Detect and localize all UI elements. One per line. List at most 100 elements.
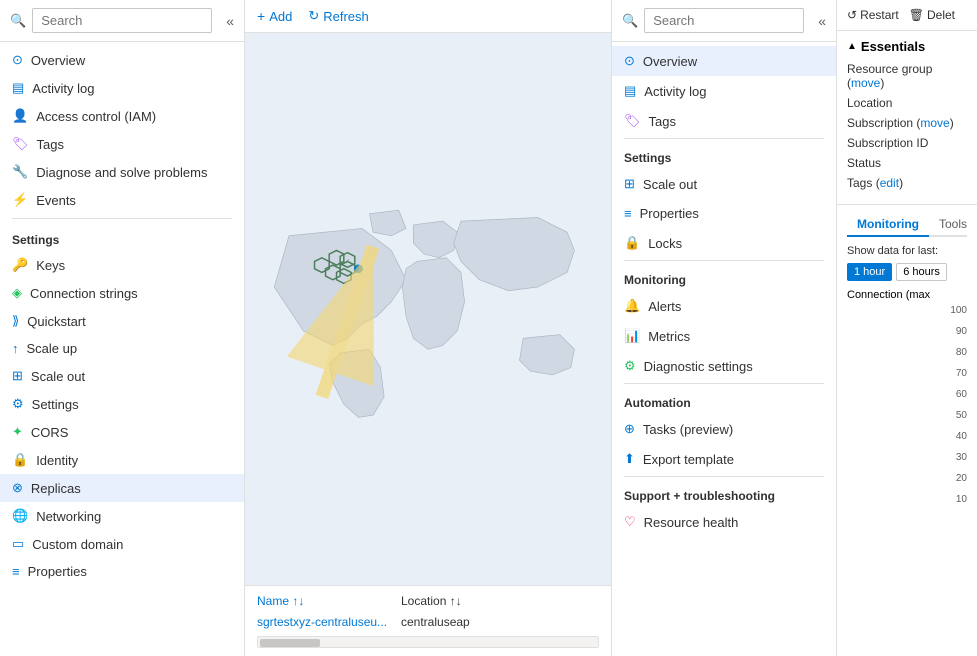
left-search-input[interactable] <box>32 8 212 33</box>
sidebar-item-cors[interactable]: ✦ CORS <box>0 418 244 446</box>
middle-search-bar: 🔍 « <box>612 0 836 42</box>
sidebar-item-activity-log[interactable]: ▤ Activity log <box>0 74 244 102</box>
sidebar-item-networking[interactable]: 🌐 Networking <box>0 502 244 530</box>
sidebar-item-overview[interactable]: ⊙ Overview <box>0 46 244 74</box>
sidebar-item-connection-strings[interactable]: ◈ Connection strings <box>0 279 244 307</box>
row-name[interactable]: sgrtestxyz-centraluseu... <box>257 615 397 629</box>
map-panel: + Add ↻ Refresh <box>245 0 612 656</box>
col-name-header[interactable]: Name ↑↓ <box>257 594 397 608</box>
sidebar-item-tags[interactable]: 🏷 Tags <box>0 130 244 158</box>
properties-icon: ≡ <box>624 206 632 221</box>
support-section: Support + troubleshooting <box>612 479 836 507</box>
sidebar-item-label: CORS <box>31 425 69 440</box>
sidebar-item-label: Identity <box>36 453 78 468</box>
left-search-bar: 🔍 « <box>0 0 244 42</box>
overview-icon: ⊙ <box>624 53 635 69</box>
tab-monitoring[interactable]: Monitoring <box>847 213 929 237</box>
sidebar-item-replicas[interactable]: ⊗ Replicas <box>0 474 244 502</box>
search-icon: 🔍 <box>622 13 638 29</box>
cors-icon: ✦ <box>12 424 23 440</box>
overview-icon: ⊙ <box>12 52 23 68</box>
middle-nav-overview[interactable]: ⊙ Overview <box>612 46 836 76</box>
collapse-middle-button[interactable]: « <box>818 13 826 29</box>
middle-nav-resource-health[interactable]: ♡ Resource health <box>612 507 836 537</box>
middle-nav-label: Activity log <box>644 84 706 99</box>
essentials-title: ▲ Essentials <box>847 39 967 54</box>
diagnostic-icon: ⚙ <box>624 358 636 374</box>
middle-divider-automation <box>624 383 824 384</box>
essentials-location: Location <box>847 96 967 110</box>
world-map-svg: ✓ <box>245 33 611 585</box>
middle-nav-label: Tags <box>649 114 676 129</box>
replicas-icon: ⊗ <box>12 480 23 496</box>
time-6h-button[interactable]: 6 hours <box>896 263 947 281</box>
essentials-subscription-id: Subscription ID <box>847 136 967 150</box>
tag-icon: 🏷 <box>624 113 641 129</box>
middle-nav-alerts[interactable]: 🔔 Alerts <box>612 291 836 321</box>
middle-nav-properties[interactable]: ≡ Properties <box>612 199 836 228</box>
essentials-status: Status <box>847 156 967 170</box>
table-header: Name ↑↓ Location ↑↓ <box>257 594 599 612</box>
events-icon: ⚡ <box>12 192 28 208</box>
middle-nav-activity-log[interactable]: ▤ Activity log <box>612 76 836 106</box>
middle-nav-metrics[interactable]: 📊 Metrics <box>612 321 836 351</box>
sidebar-item-properties[interactable]: ≡ Properties <box>0 558 244 585</box>
sidebar-item-custom-domain[interactable]: ▭ Custom domain <box>0 530 244 558</box>
middle-divider-settings <box>624 138 824 139</box>
middle-nav-scale-out[interactable]: ⊞ Scale out <box>612 169 836 199</box>
sidebar-item-access-control[interactable]: 👤 Access control (IAM) <box>0 102 244 130</box>
sidebar-item-label: Custom domain <box>32 537 123 552</box>
chevron-down-icon: ▲ <box>847 41 857 52</box>
sidebar-item-scale-up[interactable]: ↑ Scale up <box>0 335 244 362</box>
middle-nav-label: Properties <box>640 206 699 221</box>
middle-nav-locks[interactable]: 🔒 Locks <box>612 228 836 258</box>
sidebar-item-keys[interactable]: 🔑 Keys <box>0 251 244 279</box>
chart-title: Connection (max <box>847 289 967 301</box>
health-icon: ♡ <box>624 514 636 530</box>
sidebar-item-label: Events <box>36 193 76 208</box>
middle-nav-label: Scale out <box>643 177 697 192</box>
middle-search-input[interactable] <box>644 8 804 33</box>
automation-section: Automation <box>612 386 836 414</box>
middle-nav-tasks[interactable]: ⊕ Tasks (preview) <box>612 414 836 444</box>
table-scrollbar[interactable] <box>257 636 599 648</box>
tags-edit-link[interactable]: edit <box>880 176 899 190</box>
middle-nav-diagnostic[interactable]: ⚙ Diagnostic settings <box>612 351 836 381</box>
sidebar-item-label: Connection strings <box>30 286 138 301</box>
move-link[interactable]: move <box>851 76 880 90</box>
chart-y-labels: 100 90 80 70 60 50 40 30 20 10 <box>950 305 967 505</box>
middle-nav-export[interactable]: ⬆ Export template <box>612 444 836 474</box>
tab-tools[interactable]: Tools <box>929 213 977 237</box>
access-icon: 👤 <box>12 108 28 124</box>
sidebar-item-identity[interactable]: 🔒 Identity <box>0 446 244 474</box>
middle-nav-tags[interactable]: 🏷 Tags <box>612 106 836 136</box>
sidebar-item-label: Networking <box>36 509 101 524</box>
col-location-header[interactable]: Location ↑↓ <box>401 594 599 608</box>
sidebar-item-label: Properties <box>28 564 87 579</box>
sidebar-item-label: Diagnose and solve problems <box>36 165 207 180</box>
sidebar-item-settings[interactable]: ⚙ Settings <box>0 390 244 418</box>
scale-up-icon: ↑ <box>12 341 19 356</box>
subscription-move-link[interactable]: move <box>920 116 949 130</box>
time-1h-button[interactable]: 1 hour <box>847 263 892 281</box>
trash-icon: 🗑 <box>909 8 924 22</box>
identity-icon: 🔒 <box>12 452 28 468</box>
essentials-section: ▲ Essentials Resource group (move) Locat… <box>837 31 977 205</box>
sidebar-item-quickstart[interactable]: ⟫ Quickstart <box>0 307 244 335</box>
sidebar-item-label: Tags <box>37 137 64 152</box>
sidebar-item-scale-out[interactable]: ⊞ Scale out <box>0 362 244 390</box>
sidebar-item-diagnose[interactable]: 🔧 Diagnose and solve problems <box>0 158 244 186</box>
diagnose-icon: 🔧 <box>12 164 28 180</box>
add-button[interactable]: + Add <box>257 8 292 24</box>
refresh-button[interactable]: ↻ Refresh <box>308 8 368 24</box>
essentials-subscription: Subscription (move) <box>847 116 967 130</box>
plus-icon: + <box>257 8 265 24</box>
collapse-left-button[interactable]: « <box>226 13 234 29</box>
properties-icon: ≡ <box>12 564 20 579</box>
settings-section: Settings <box>612 141 836 169</box>
restart-button[interactable]: ↺ Restart <box>847 8 899 22</box>
sidebar-item-events[interactable]: ⚡ Events <box>0 186 244 214</box>
delete-button[interactable]: 🗑 Delet <box>909 8 955 22</box>
sidebar-item-label: Keys <box>36 258 65 273</box>
middle-nav-label: Tasks (preview) <box>643 422 733 437</box>
